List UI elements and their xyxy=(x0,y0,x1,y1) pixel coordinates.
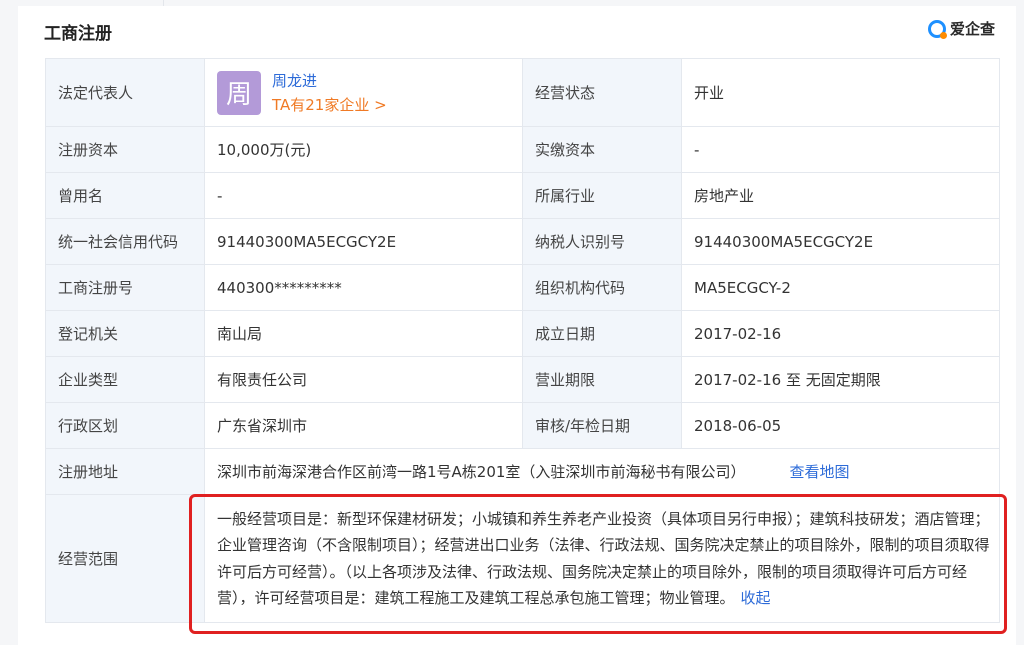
field-value: 10,000万(元) xyxy=(204,126,523,173)
field-label: 工商注册号 xyxy=(45,264,205,311)
address-cell: 深圳市前海深港合作区前湾一路1号A栋201室（入驻深圳市前海秘书有限公司） 查看地… xyxy=(204,448,1000,495)
field-value: 房地产业 xyxy=(681,172,1000,219)
representative-name-link[interactable]: 周龙进 xyxy=(272,69,387,93)
field-value: 2017-02-16 至 无固定期限 xyxy=(681,356,1000,403)
field-label: 企业类型 xyxy=(45,356,205,403)
table-row: 注册资本 10,000万(元) 实缴资本 - xyxy=(45,126,1000,173)
field-value: 2018-06-05 xyxy=(681,402,1000,449)
business-registration-table: 法定代表人 周 周龙进 TA有21家企业 > 经营状态 开业 注册资本 10,0… xyxy=(45,58,1000,623)
left-gutter xyxy=(0,6,18,645)
tab-divider xyxy=(163,0,164,6)
field-label: 注册资本 xyxy=(45,126,205,173)
field-label: 曾用名 xyxy=(45,172,205,219)
field-value: MA5ECGCY-2 xyxy=(681,264,1000,311)
collapse-link[interactable]: 收起 xyxy=(741,589,771,607)
view-map-link[interactable]: 查看地图 xyxy=(789,463,849,481)
field-label: 注册地址 xyxy=(45,448,205,495)
table-row: 企业类型 有限责任公司 营业期限 2017-02-16 至 无固定期限 xyxy=(45,356,1000,403)
field-value: 91440300MA5ECGCY2E xyxy=(681,218,1000,265)
section-title: 工商注册 xyxy=(44,24,112,44)
field-label: 实缴资本 xyxy=(522,126,682,173)
table-row: 行政区划 广东省深圳市 审核/年检日期 2018-06-05 xyxy=(45,402,1000,449)
field-label: 行政区划 xyxy=(45,402,205,449)
table-row: 注册地址 深圳市前海深港合作区前湾一路1号A栋201室（入驻深圳市前海秘书有限公… xyxy=(45,448,1000,495)
field-label: 经营状态 xyxy=(522,58,682,127)
brand-name: 爱企查 xyxy=(950,20,996,38)
field-value: 2017-02-16 xyxy=(681,310,1000,357)
table-row: 经营范围 一般经营项目是：新型环保建材研发；小城镇和养生养老产业投资（具体项目另… xyxy=(45,494,1000,623)
representative-companies-link[interactable]: TA有21家企业 > xyxy=(272,93,387,117)
top-tab-strip xyxy=(0,0,1024,6)
field-label: 审核/年检日期 xyxy=(522,402,682,449)
table-row: 曾用名 - 所属行业 房地产业 xyxy=(45,172,1000,219)
field-value: 广东省深圳市 xyxy=(204,402,523,449)
field-value: 南山局 xyxy=(204,310,523,357)
field-value: 91440300MA5ECGCY2E xyxy=(204,218,523,265)
right-gutter xyxy=(1016,6,1024,645)
field-value: 开业 xyxy=(681,58,1000,127)
brand-logo[interactable]: 爱企查 xyxy=(928,18,995,39)
business-scope-cell: 一般经营项目是：新型环保建材研发；小城镇和养生养老产业投资（具体项目另行申报）；… xyxy=(204,494,1000,623)
representative-cell: 周 周龙进 TA有21家企业 > xyxy=(204,58,523,127)
table-row: 法定代表人 周 周龙进 TA有21家企业 > 经营状态 开业 xyxy=(45,58,1000,127)
avatar[interactable]: 周 xyxy=(217,70,261,115)
field-label: 法定代表人 xyxy=(45,58,205,127)
table-row: 统一社会信用代码 91440300MA5ECGCY2E 纳税人识别号 91440… xyxy=(45,218,1000,265)
business-scope-text: 一般经营项目是：新型环保建材研发；小城镇和养生养老产业投资（具体项目另行申报）；… xyxy=(217,509,990,608)
field-label: 组织机构代码 xyxy=(522,264,682,311)
field-value: 有限责任公司 xyxy=(204,356,523,403)
table-row: 登记机关 南山局 成立日期 2017-02-16 xyxy=(45,310,1000,357)
field-value: - xyxy=(681,126,1000,173)
field-label: 所属行业 xyxy=(522,172,682,219)
field-label: 营业期限 xyxy=(522,356,682,403)
field-label: 登记机关 xyxy=(45,310,205,357)
table-row: 工商注册号 440300********* 组织机构代码 MA5ECGCY-2 xyxy=(45,264,1000,311)
field-label: 成立日期 xyxy=(522,310,682,357)
address-value: 深圳市前海深港合作区前湾一路1号A栋201室（入驻深圳市前海秘书有限公司） xyxy=(217,463,746,481)
field-value: - xyxy=(204,172,523,219)
aiqicha-logo-icon xyxy=(928,19,947,39)
field-value: 440300********* xyxy=(204,264,523,311)
field-label: 统一社会信用代码 xyxy=(45,218,205,265)
field-label: 经营范围 xyxy=(45,494,205,623)
field-label: 纳税人识别号 xyxy=(522,218,682,265)
